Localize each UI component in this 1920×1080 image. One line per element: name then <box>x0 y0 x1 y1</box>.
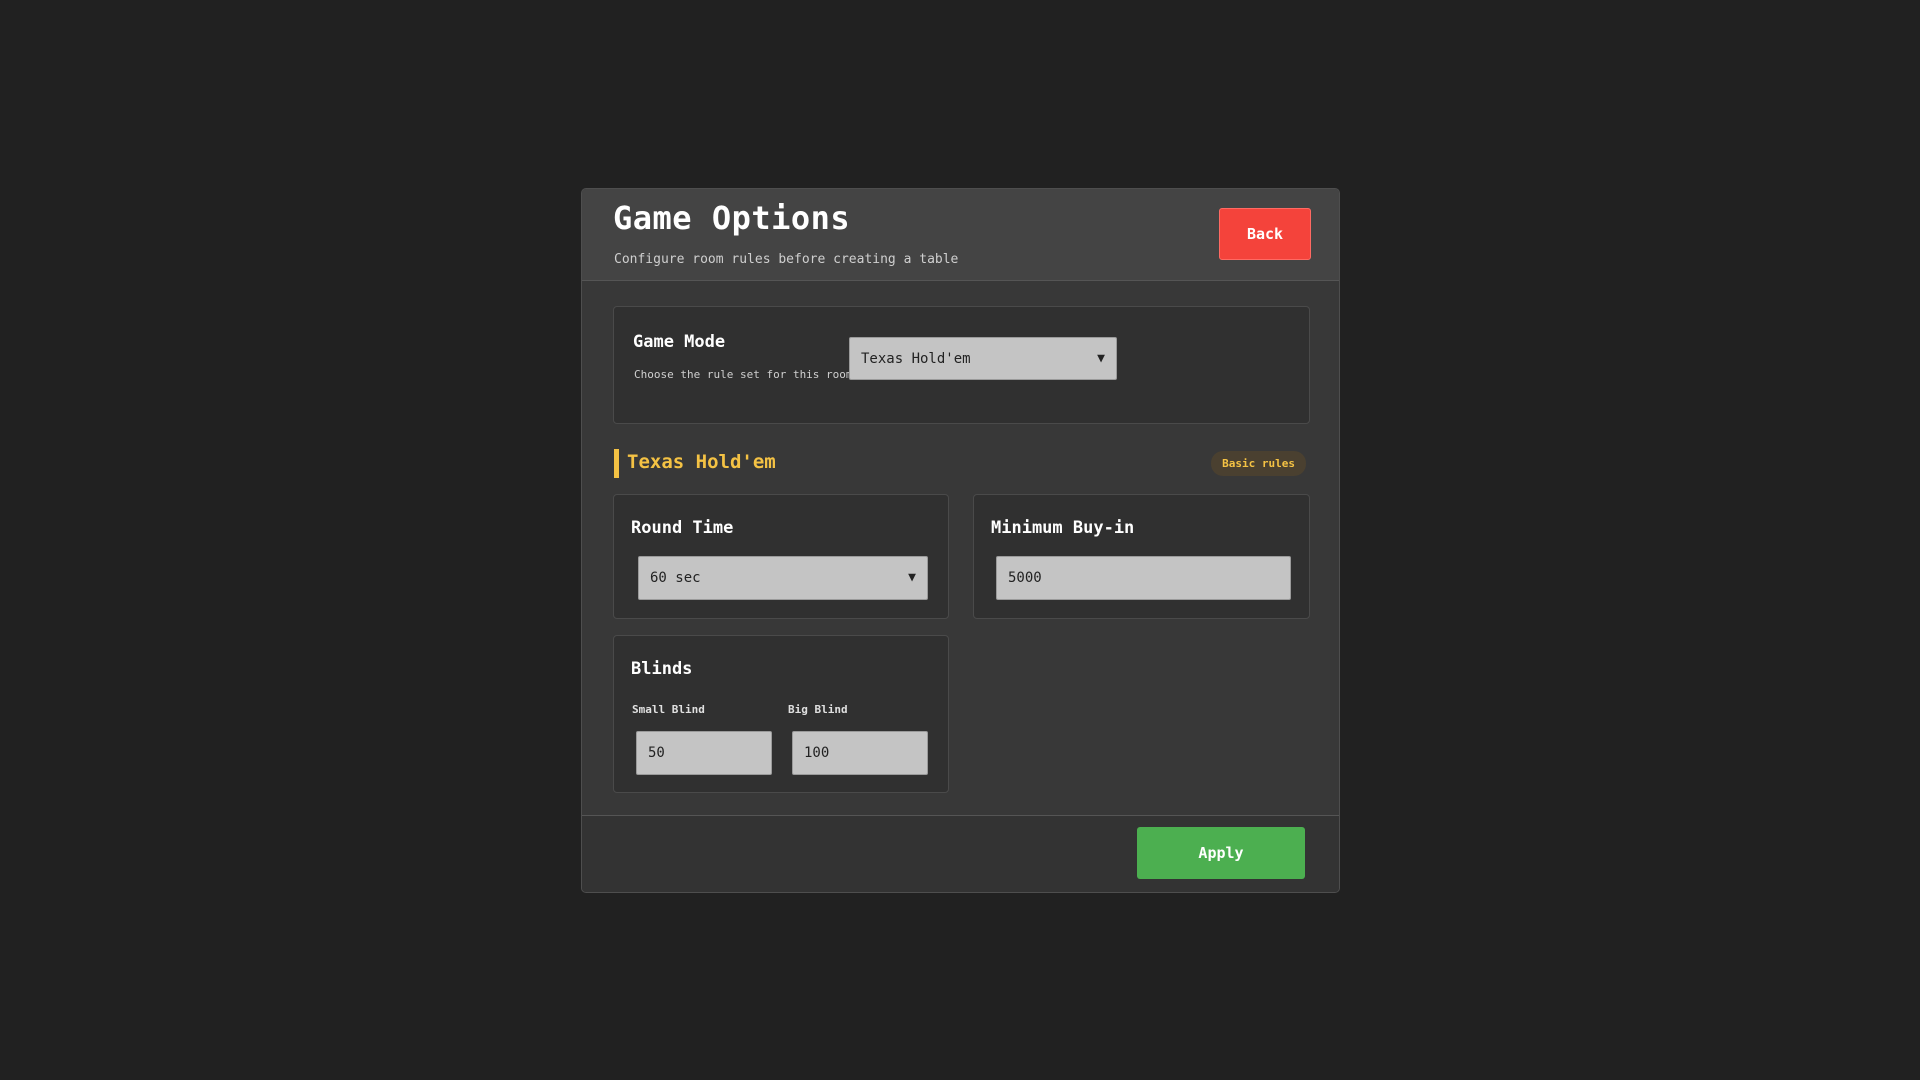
apply-button[interactable]: Apply <box>1137 827 1305 879</box>
section-accent-bar <box>614 449 619 478</box>
page-subtitle: Configure room rules before creating a t… <box>614 252 959 267</box>
blinds-card: Blinds Small Blind Big Blind <box>613 635 949 793</box>
game-mode-select[interactable]: Texas Hold'em ▼ <box>849 337 1117 380</box>
minimum-buy-in-label: Minimum Buy-in <box>991 518 1135 538</box>
game-options-dialog: Game Options Configure room rules before… <box>581 188 1340 893</box>
minimum-buy-in-input[interactable] <box>996 556 1291 600</box>
dialog-header: Game Options Configure room rules before… <box>582 189 1339 281</box>
game-mode-value: Texas Hold'em <box>861 350 971 367</box>
small-blind-label: Small Blind <box>632 703 705 716</box>
rules-badge: Basic rules <box>1211 451 1306 476</box>
game-mode-description: Choose the rule set for this room <box>634 368 853 381</box>
big-blind-label: Big Blind <box>788 703 848 716</box>
rules-section-header: Texas Hold'em Basic rules <box>614 449 1311 479</box>
chevron-down-icon: ▼ <box>1097 350 1105 366</box>
round-time-value: 60 sec <box>650 570 701 586</box>
big-blind-input[interactable] <box>792 731 928 775</box>
minimum-buy-in-card: Minimum Buy-in <box>973 494 1310 619</box>
page-title: Game Options <box>613 199 851 237</box>
section-title: Texas Hold'em <box>627 451 776 473</box>
round-time-label: Round Time <box>631 518 734 538</box>
game-mode-card: Game Mode Choose the rule set for this r… <box>613 306 1310 424</box>
back-button[interactable]: Back <box>1219 208 1311 260</box>
small-blind-input[interactable] <box>636 731 772 775</box>
game-mode-label: Game Mode <box>633 332 726 352</box>
chevron-down-icon: ▼ <box>908 569 916 585</box>
round-time-select[interactable]: 60 sec ▼ <box>638 556 928 600</box>
blinds-label: Blinds <box>631 659 693 679</box>
round-time-card: Round Time 60 sec ▼ <box>613 494 949 619</box>
dialog-footer: Apply <box>582 815 1339 892</box>
